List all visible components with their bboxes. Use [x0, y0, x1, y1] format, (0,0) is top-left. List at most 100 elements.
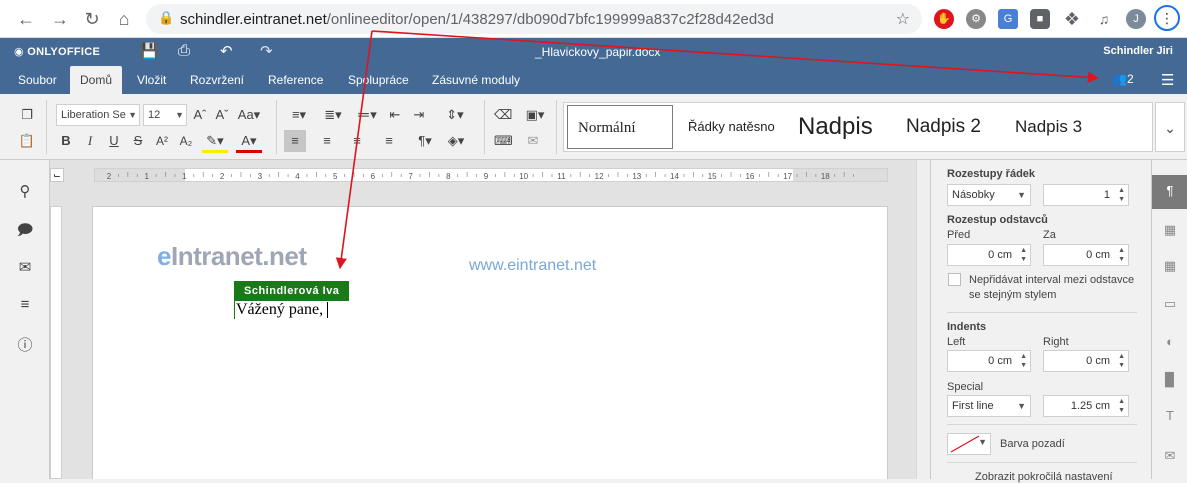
address-bar[interactable]: 🔒 schindler.eintranet.net/onlineeditor/o…: [146, 4, 922, 34]
tab-soubor[interactable]: Soubor: [8, 66, 67, 94]
shading-icon[interactable]: ◈▾: [442, 132, 470, 150]
spinner-icon[interactable]: ▲ ▼: [1020, 352, 1027, 370]
gear-extension-icon[interactable]: ⚙: [966, 9, 986, 29]
increase-indent-icon[interactable]: ⇥: [410, 106, 428, 124]
translate-icon[interactable]: G: [998, 9, 1018, 29]
avatar[interactable]: J: [1126, 9, 1146, 29]
multilevel-icon[interactable]: ≔▾: [352, 106, 382, 124]
users-button[interactable]: 👥2: [1112, 72, 1134, 86]
italic-button[interactable]: I: [82, 132, 98, 150]
strikethrough-button[interactable]: S: [130, 132, 146, 150]
tab-stop-selector[interactable]: ⌙: [50, 168, 64, 182]
spinner-icon[interactable]: ▲ ▼: [1020, 246, 1027, 264]
shape-settings-icon[interactable]: ◐: [1162, 334, 1178, 350]
line-spacing-icon[interactable]: ⇕▾: [440, 106, 470, 124]
hamburger-icon[interactable]: ☰: [1161, 71, 1174, 89]
font-size-select[interactable]: 12 ▼: [143, 104, 187, 126]
redo-icon[interactable]: ↷: [260, 42, 273, 60]
vertical-ruler[interactable]: [50, 206, 62, 479]
change-case-icon[interactable]: Aa▾: [236, 106, 262, 124]
spinner-icon[interactable]: ▲ ▼: [1118, 246, 1125, 264]
style-normal[interactable]: Normální: [567, 105, 673, 149]
left-indent-input[interactable]: 0 cm ▲ ▼: [947, 350, 1031, 372]
highlight-icon[interactable]: ✎▾: [202, 132, 228, 153]
tab-domu[interactable]: Domů: [70, 66, 123, 94]
spinner-icon[interactable]: ▲ ▼: [1118, 397, 1125, 415]
paste-icon[interactable]: 📋: [18, 132, 36, 150]
undo-icon[interactable]: ↶: [220, 42, 233, 60]
horizontal-ruler[interactable]: 2 1 1 2 3 4 5 6 7 8 9 10 11 12 13 14 15 16 17 18: [94, 168, 888, 182]
menu-icon[interactable]: ⋮: [1154, 5, 1180, 31]
background-color-picker[interactable]: ▼: [947, 433, 991, 455]
image-settings-icon[interactable]: ▦: [1162, 258, 1178, 274]
tab-rozvrzeni[interactable]: Rozvržení: [180, 66, 254, 94]
justify-icon[interactable]: ≡: [380, 132, 398, 150]
text-art-icon[interactable]: T: [1162, 408, 1178, 424]
chevron-down-icon[interactable]: ⌄: [1155, 102, 1185, 152]
back-icon[interactable]: ←: [16, 9, 36, 29]
increase-font-icon[interactable]: Aˆ: [192, 106, 208, 124]
document-page[interactable]: eIntranet.net www.eintranet.net Schindle…: [92, 206, 888, 479]
clear-style-icon[interactable]: ⌫: [494, 106, 512, 124]
special-indent-select[interactable]: First line ▼: [947, 395, 1031, 417]
tab-spoluprace[interactable]: Spolupráce: [338, 66, 419, 94]
copy-style-icon[interactable]: ⌨: [494, 132, 513, 150]
puzzle-icon[interactable]: ❖: [1062, 9, 1082, 29]
navigation-icon[interactable]: ≡: [16, 296, 34, 314]
spacing-before-input[interactable]: 0 cm ▲ ▼: [947, 244, 1031, 266]
chart-settings-icon[interactable]: ▉: [1162, 372, 1178, 388]
spinner-icon[interactable]: ▲ ▼: [1118, 186, 1125, 204]
paragraph-settings-icon[interactable]: ¶: [1162, 183, 1178, 199]
header-footer-icon[interactable]: ▭: [1162, 296, 1178, 312]
line-spacing-value-input[interactable]: 1 ▲ ▼: [1043, 184, 1129, 206]
tab-reference[interactable]: Reference: [258, 66, 333, 94]
spacing-after-input[interactable]: 0 cm ▲ ▼: [1043, 244, 1129, 266]
no-interval-checkbox[interactable]: [948, 273, 961, 286]
print-icon[interactable]: ⎙: [178, 42, 190, 59]
underline-button[interactable]: U: [106, 132, 122, 150]
document-body-text[interactable]: Vážený pane,: [234, 301, 329, 319]
bullets-icon[interactable]: ≡▾: [284, 106, 314, 124]
vertical-scrollbar[interactable]: [916, 160, 930, 479]
bold-button[interactable]: B: [58, 132, 74, 150]
advanced-settings-link[interactable]: Zobrazit pokročilá nastavení: [975, 471, 1113, 483]
table-settings-icon[interactable]: ▦: [1162, 222, 1178, 238]
spinner-icon[interactable]: ▲ ▼: [1118, 352, 1125, 370]
color-scheme-icon[interactable]: ▣▾: [522, 106, 548, 124]
style-no-spacing[interactable]: Řádky natěsno: [678, 105, 784, 149]
extension-icon[interactable]: ■: [1030, 9, 1050, 29]
adblock-icon[interactable]: ✋: [934, 9, 954, 29]
align-right-icon[interactable]: ≡: [348, 132, 366, 150]
font-color-icon[interactable]: A▾: [236, 132, 262, 153]
decrease-indent-icon[interactable]: ⇤: [386, 106, 404, 124]
align-center-icon[interactable]: ≡: [318, 132, 336, 150]
subscript-button[interactable]: A₂: [178, 132, 194, 150]
superscript-button[interactable]: A²: [154, 132, 170, 150]
right-indent-input[interactable]: 0 cm ▲ ▼: [1043, 350, 1129, 372]
about-icon[interactable]: ⓘ: [16, 334, 34, 354]
save-icon[interactable]: 💾: [140, 42, 159, 60]
decrease-font-icon[interactable]: Aˇ: [214, 106, 230, 124]
reload-icon[interactable]: ↻: [82, 9, 102, 29]
star-icon[interactable]: ☆: [896, 9, 910, 29]
style-heading-2[interactable]: Nadpis 2: [896, 105, 1002, 149]
mail-merge-settings-icon[interactable]: ✉: [1162, 448, 1178, 464]
home-icon[interactable]: ⌂: [114, 9, 134, 29]
mail-merge-icon[interactable]: ✉: [524, 132, 542, 150]
comments-icon[interactable]: 🗩: [16, 220, 34, 239]
style-heading[interactable]: Nadpis: [788, 105, 894, 149]
search-icon[interactable]: ⚲: [16, 182, 34, 200]
media-icon[interactable]: ♫: [1094, 9, 1114, 29]
chat-icon[interactable]: ✉: [16, 258, 34, 276]
style-heading-3[interactable]: Nadpis 3: [1005, 105, 1111, 149]
forward-icon[interactable]: →: [50, 9, 70, 29]
numbering-icon[interactable]: ≣▾: [318, 106, 348, 124]
font-name-select[interactable]: Liberation Serif ▼: [56, 104, 140, 126]
nonprinting-chars-icon[interactable]: ¶▾: [412, 132, 438, 150]
tab-zasuvne-moduly[interactable]: Zásuvné moduly: [422, 66, 530, 94]
lock-icon[interactable]: 🔒: [158, 10, 174, 26]
align-left-icon[interactable]: ≡: [284, 130, 306, 152]
tab-vlozit[interactable]: Vložit: [127, 66, 176, 94]
copy-icon[interactable]: ❐: [18, 106, 36, 124]
line-spacing-type-select[interactable]: Násobky ▼: [947, 184, 1031, 206]
